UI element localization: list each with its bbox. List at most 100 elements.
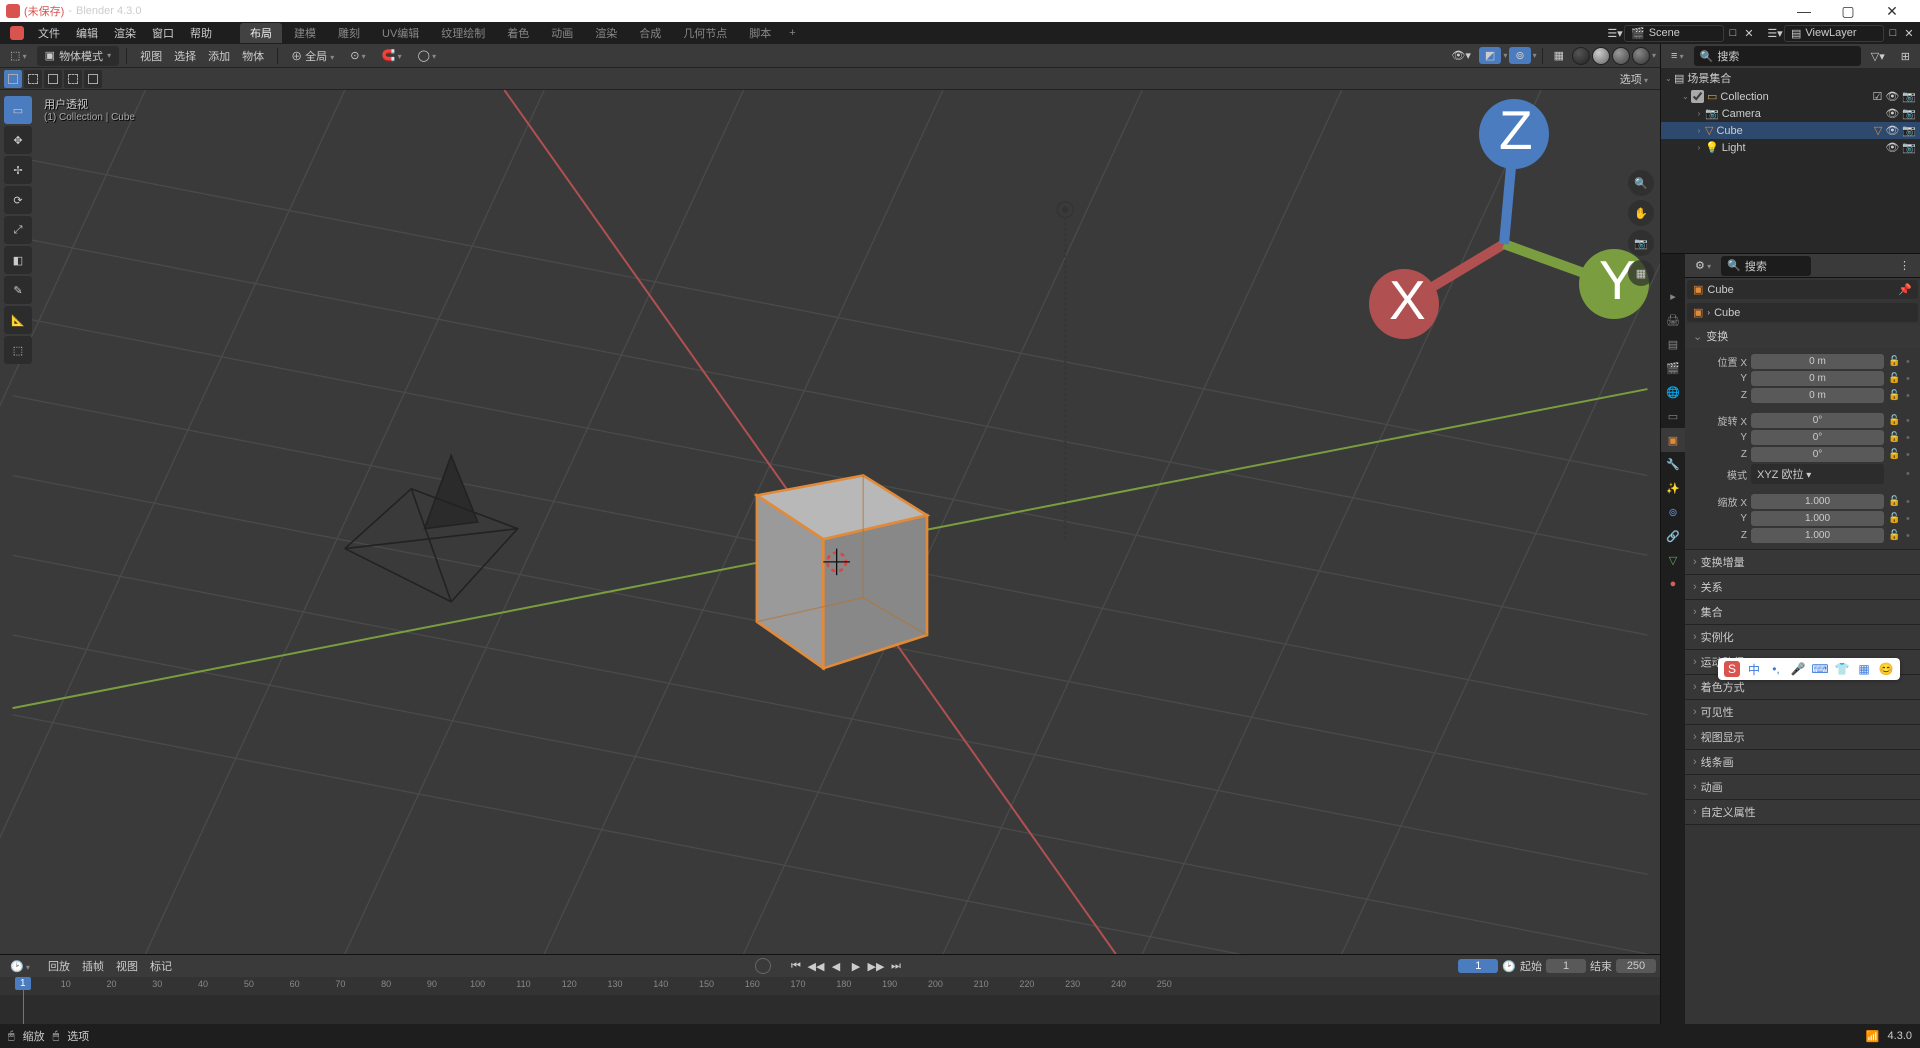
- panel-自定义属性[interactable]: 自定义属性: [1685, 800, 1920, 824]
- maximize-button[interactable]: ▢: [1826, 3, 1870, 20]
- select-mode-invert[interactable]: [64, 70, 82, 88]
- proportional-edit-button[interactable]: ◯: [412, 47, 443, 64]
- solid-shading[interactable]: [1592, 47, 1610, 65]
- tab-world[interactable]: 🌐: [1661, 380, 1685, 404]
- ime-toolbar[interactable]: S 中 •, 🎤 ⌨ 👕 ▦ 😊: [1718, 658, 1900, 680]
- tab-建模[interactable]: 建模: [284, 23, 326, 43]
- tl-menu-回放[interactable]: 回放: [42, 956, 76, 976]
- tree-collection[interactable]: ⌄ ▭ Collection ☑👁📷: [1661, 88, 1920, 105]
- close-button[interactable]: ✕: [1870, 3, 1914, 20]
- panel-集合[interactable]: 集合: [1685, 600, 1920, 624]
- outliner-type-button[interactable]: ≡: [1665, 48, 1690, 64]
- xray-toggle[interactable]: ▦: [1548, 47, 1570, 64]
- tab-scene[interactable]: 🎬: [1661, 356, 1685, 380]
- delete-scene-button[interactable]: ✕: [1742, 26, 1756, 40]
- panel-视图显示[interactable]: 视图显示: [1685, 725, 1920, 749]
- mode-selector[interactable]: ▣ 物体模式 ▾: [37, 46, 119, 66]
- measure-tool[interactable]: 📐: [4, 306, 32, 334]
- select-vis-button[interactable]: 👁▾: [1445, 47, 1477, 64]
- viewlayer-selector[interactable]: ▤ ViewLayer: [1784, 25, 1884, 42]
- props-options[interactable]: ⋮: [1893, 257, 1916, 274]
- tab-modifiers[interactable]: 🔧: [1661, 452, 1685, 476]
- tl-menu-标记[interactable]: 标记: [144, 956, 178, 976]
- select-mode-extend[interactable]: [24, 70, 42, 88]
- select-mode-new[interactable]: [4, 70, 22, 88]
- timeline-editor-button[interactable]: 🕑: [4, 958, 36, 975]
- exclude-toggle[interactable]: ☑: [1872, 90, 1882, 103]
- wireframe-shading[interactable]: [1572, 47, 1590, 65]
- jump-start-button[interactable]: ⏮: [787, 958, 805, 974]
- tab-雕刻[interactable]: 雕刻: [328, 23, 370, 43]
- tab-着色[interactable]: 着色: [497, 23, 539, 43]
- rot-x-field[interactable]: 0°: [1751, 413, 1884, 428]
- scale-z-field[interactable]: 1.000: [1751, 528, 1884, 543]
- tab-viewlayer[interactable]: ▤: [1661, 332, 1685, 356]
- rotation-mode-select[interactable]: XYZ 欧拉 ▾: [1751, 464, 1884, 484]
- tab-physics[interactable]: ⊚: [1661, 500, 1685, 524]
- tab-material[interactable]: ●: [1661, 572, 1685, 596]
- play-reverse-button[interactable]: ◀: [827, 958, 845, 974]
- perspective-gizmo[interactable]: ▦: [1628, 260, 1654, 286]
- rot-z-field[interactable]: 0°: [1751, 447, 1884, 462]
- menu-帮助[interactable]: 帮助: [182, 22, 220, 44]
- tree-item-cube[interactable]: ›▽Cube▽👁📷: [1661, 122, 1920, 139]
- current-frame-field[interactable]: 1: [1458, 959, 1498, 973]
- editor-type-button[interactable]: ⬚: [4, 47, 33, 64]
- tab-布局[interactable]: 布局: [240, 23, 282, 43]
- tab-render[interactable]: ▸: [1661, 284, 1685, 308]
- ime-toolbox-icon[interactable]: ▦: [1856, 661, 1872, 677]
- tab-collection[interactable]: ▭: [1661, 404, 1685, 428]
- select-mode-subtract[interactable]: [44, 70, 62, 88]
- rotate-tool[interactable]: ⟳: [4, 186, 32, 214]
- tab-object[interactable]: ▣: [1661, 428, 1685, 452]
- menu-文件[interactable]: 文件: [30, 22, 68, 44]
- gizmo-toggle[interactable]: ◩: [1479, 47, 1501, 64]
- axis-gizmo[interactable]: X Y Z: [1354, 94, 1654, 394]
- pivot-button[interactable]: ⊙: [344, 47, 371, 64]
- timeline-body[interactable]: 0102030405060708090100110120130140150160…: [0, 977, 1660, 1024]
- playhead[interactable]: [23, 977, 24, 1024]
- outliner-search[interactable]: 🔍 搜索: [1694, 46, 1861, 66]
- tab-particles[interactable]: ✨: [1661, 476, 1685, 500]
- new-collection-button[interactable]: ⊞: [1895, 48, 1916, 65]
- cursor-tool[interactable]: ✥: [4, 126, 32, 154]
- viewlayer-browse-icon[interactable]: ☰▾: [1768, 26, 1782, 40]
- zoom-gizmo[interactable]: 🔍: [1628, 170, 1654, 196]
- menu-渲染[interactable]: 渲染: [106, 22, 144, 44]
- camera-gizmo[interactable]: 📷: [1628, 230, 1654, 256]
- panel-线条画[interactable]: 线条画: [1685, 750, 1920, 774]
- tab-UV编辑[interactable]: UV编辑: [372, 23, 429, 43]
- rot-y-field[interactable]: 0°: [1751, 430, 1884, 445]
- lock-icon[interactable]: 🔓: [1888, 356, 1902, 367]
- props-breadcrumb-2[interactable]: ▣ › Cube: [1687, 303, 1918, 322]
- scale-y-field[interactable]: 1.000: [1751, 511, 1884, 526]
- ime-keyboard-icon[interactable]: ⌨: [1812, 661, 1828, 677]
- add-workspace-button[interactable]: +: [781, 25, 803, 41]
- loc-y-field[interactable]: 0 m: [1751, 371, 1884, 386]
- menu-窗口[interactable]: 窗口: [144, 22, 182, 44]
- filter-button[interactable]: ▽▾: [1865, 48, 1891, 65]
- props-type-button[interactable]: ⚙: [1689, 257, 1717, 274]
- scene-browse-icon[interactable]: ☰▾: [1608, 26, 1622, 40]
- props-breadcrumb-1[interactable]: ▣ Cube 📌: [1687, 280, 1918, 299]
- pin-icon[interactable]: 📌: [1898, 283, 1912, 296]
- panel-动画[interactable]: 动画: [1685, 775, 1920, 799]
- vp-menu-物体[interactable]: 物体: [236, 46, 270, 66]
- scale-tool[interactable]: ⤢: [4, 216, 32, 244]
- tab-constraints[interactable]: 🔗: [1661, 524, 1685, 548]
- ime-skin-icon[interactable]: 👕: [1834, 661, 1850, 677]
- hide-toggle[interactable]: 👁: [1885, 90, 1899, 103]
- end-frame-field[interactable]: 250: [1616, 959, 1656, 973]
- tl-menu-插帧[interactable]: 插帧: [76, 956, 110, 976]
- rendered-shading[interactable]: [1632, 47, 1650, 65]
- ime-punct[interactable]: •,: [1768, 661, 1784, 677]
- viewport-options-dropdown[interactable]: 选项: [1612, 69, 1656, 89]
- tab-纹理绘制[interactable]: 纹理绘制: [431, 23, 495, 43]
- tree-item-camera[interactable]: ›📷Camera👁📷: [1661, 105, 1920, 122]
- keyframe-next-button[interactable]: ▶▶: [867, 958, 885, 974]
- vp-menu-选择[interactable]: 选择: [168, 46, 202, 66]
- overlay-toggle[interactable]: ⊚: [1509, 47, 1530, 64]
- minimize-button[interactable]: —: [1782, 3, 1826, 19]
- tab-合成[interactable]: 合成: [629, 23, 671, 43]
- play-button[interactable]: ▶: [847, 958, 865, 974]
